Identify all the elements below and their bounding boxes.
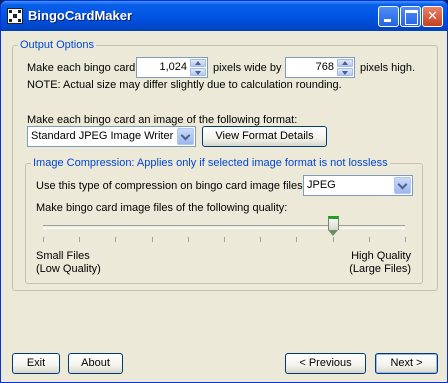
chevron-down-icon[interactable] — [394, 177, 411, 194]
width-up-arrow-icon[interactable] — [190, 59, 206, 67]
main-window: BingoCardMaker ✕ Output Options Make eac… — [0, 0, 448, 383]
compression-type-value: JPEG — [307, 179, 336, 191]
height-down-arrow-icon[interactable] — [337, 68, 353, 76]
window-title: BingoCardMaker — [28, 8, 133, 23]
slider-tick — [260, 237, 261, 242]
quality-label: Make bingo card image files of the follo… — [36, 202, 288, 214]
format-label: Make each bingo card an image of the fol… — [27, 114, 298, 126]
bingo-card-app-icon — [7, 8, 23, 24]
slider-tick — [333, 237, 334, 242]
slider-tick — [79, 237, 80, 242]
compression-type-select[interactable]: JPEG — [303, 175, 413, 196]
exit-button[interactable]: Exit — [12, 353, 60, 374]
slider-tick — [369, 237, 370, 242]
format-select[interactable]: Standard JPEG Image Writer — [27, 126, 196, 147]
width-spinner[interactable]: 1,024 — [136, 57, 208, 78]
slider-tick — [296, 237, 297, 242]
rounding-note: NOTE: Actual size may differ slightly du… — [27, 79, 342, 91]
width-suffix-label: pixels wide by — [213, 62, 282, 74]
maximize-button[interactable] — [400, 6, 421, 27]
chevron-down-icon[interactable] — [177, 128, 194, 145]
low-quality-label-2: (Low Quality) — [36, 263, 101, 275]
low-quality-label-1: Small Files — [36, 250, 90, 262]
compression-type-label: Use this type of compression on bingo ca… — [36, 180, 306, 192]
width-down-arrow-icon[interactable] — [190, 68, 206, 76]
next-button[interactable]: Next > — [375, 353, 438, 374]
previous-button[interactable]: < Previous — [285, 353, 366, 374]
minimize-button[interactable] — [378, 6, 399, 27]
high-quality-label-1: High Quality — [351, 250, 411, 262]
quality-slider-thumb[interactable] — [328, 216, 339, 236]
slider-tick — [188, 237, 189, 242]
image-compression-legend: Image Compression: Applies only if selec… — [31, 157, 390, 169]
slider-tick — [43, 237, 44, 242]
size-prefix-label: Make each bingo card — [27, 62, 136, 74]
about-button[interactable]: About — [68, 353, 123, 374]
high-quality-label-2: (Large Files) — [349, 263, 411, 275]
title-bar[interactable]: BingoCardMaker ✕ — [1, 1, 447, 31]
height-up-arrow-icon[interactable] — [337, 59, 353, 67]
quality-slider-track[interactable] — [43, 225, 405, 229]
output-options-legend: Output Options — [18, 39, 96, 51]
view-format-details-button[interactable]: View Format Details — [202, 126, 327, 147]
height-suffix-label: pixels high. — [360, 62, 416, 74]
width-value: 1,024 — [159, 61, 187, 73]
slider-tick — [405, 237, 406, 242]
close-button[interactable]: ✕ — [422, 6, 443, 27]
height-spinner[interactable]: 768 — [285, 57, 355, 78]
slider-tick — [224, 237, 225, 242]
format-select-value: Standard JPEG Image Writer — [31, 130, 174, 142]
slider-tick — [152, 237, 153, 242]
height-value: 768 — [315, 61, 334, 73]
slider-tick — [115, 237, 116, 242]
